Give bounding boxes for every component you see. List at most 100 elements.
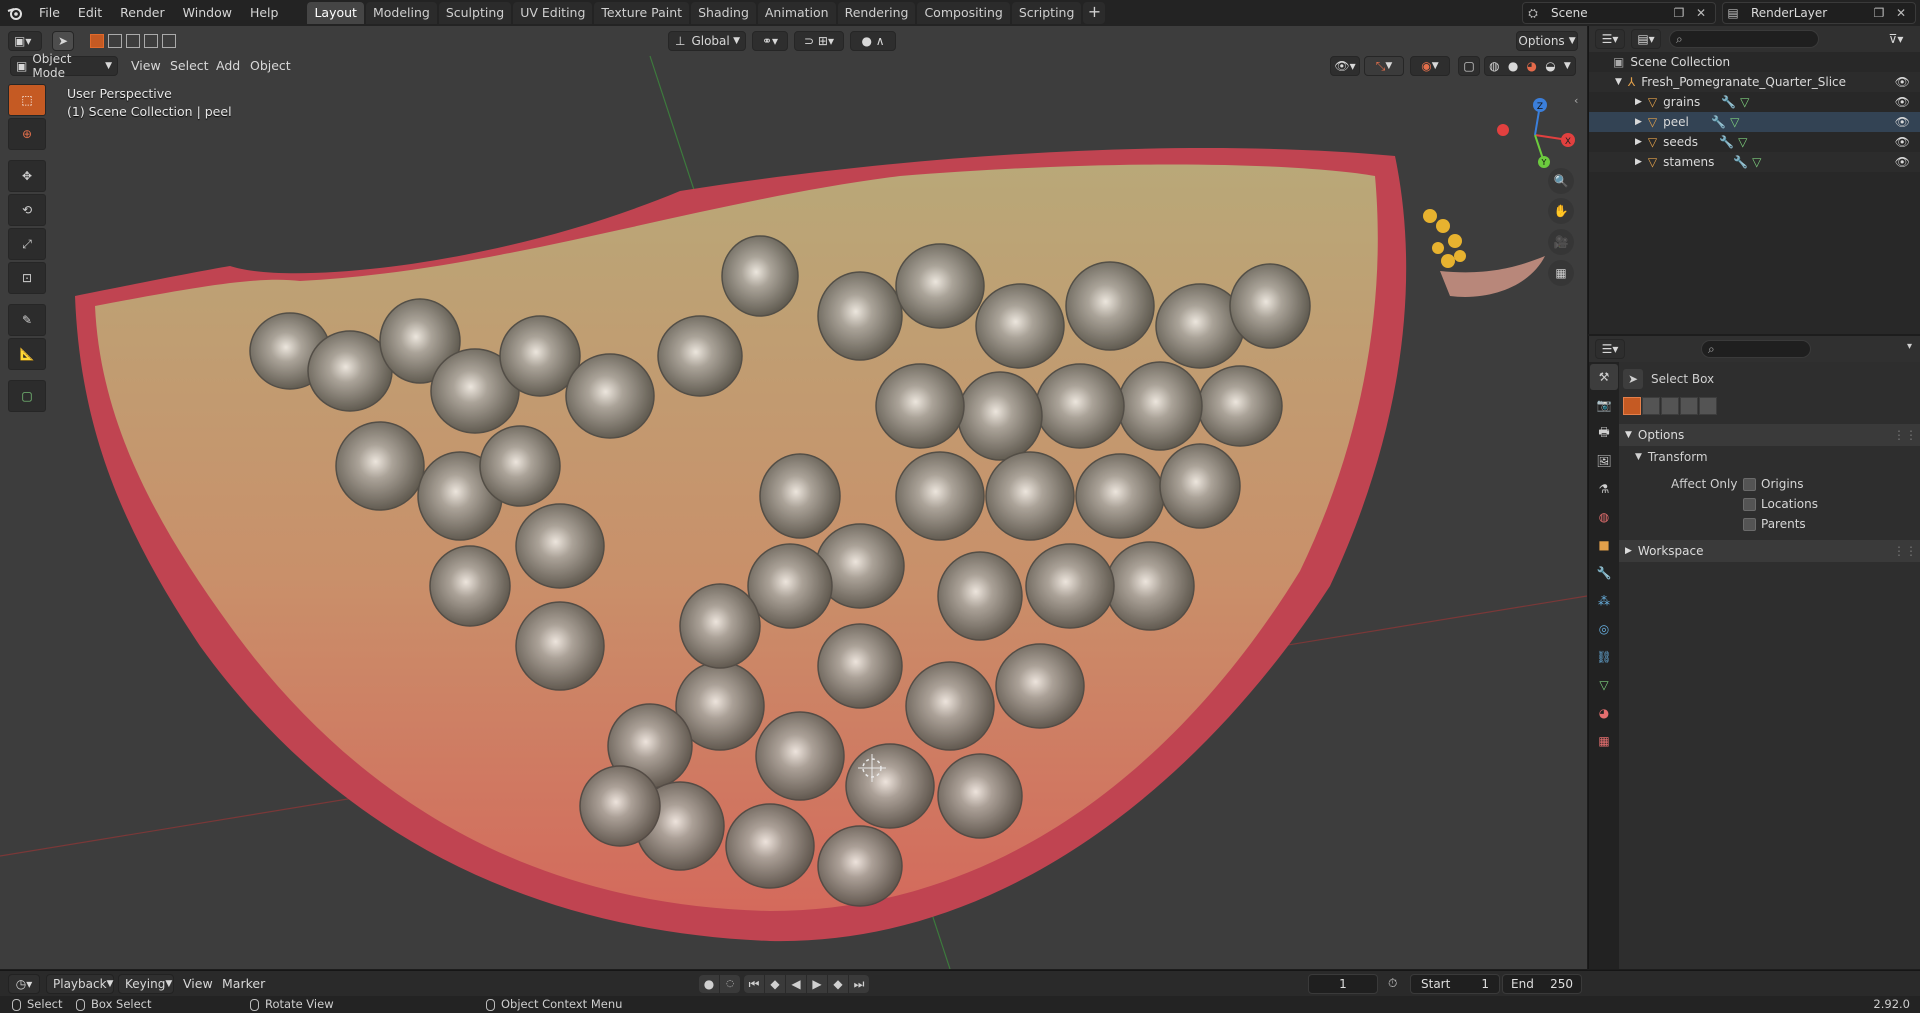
display-mode-dropdown[interactable]: ▤▾ [1631, 29, 1661, 49]
pomegranate-render[interactable] [0, 26, 1587, 969]
tab-texture-paint[interactable]: Texture Paint [594, 2, 690, 24]
modifier-wrench-icon[interactable]: 🔧 [1733, 155, 1748, 169]
visibility-eye-icon[interactable]: 👁 [1895, 95, 1910, 109]
view-layer-name[interactable]: RenderLayer [1743, 6, 1827, 20]
mesh-data-icon[interactable]: ▽ [1752, 155, 1761, 169]
parents-checkbox[interactable] [1743, 517, 1756, 531]
expand-arrow-icon[interactable]: ▶ [1635, 157, 1642, 167]
rotate-tool[interactable]: ⟲ [8, 194, 46, 226]
mode-invert-icon[interactable] [144, 34, 158, 48]
next-keyframe-button[interactable]: ◆ [828, 975, 848, 993]
mesh-data-icon[interactable]: ▽ [1740, 95, 1749, 109]
timeline-menu-marker[interactable]: Marker [222, 974, 265, 994]
menu-window[interactable]: Window [174, 0, 241, 26]
proportional-edit-dropdown[interactable]: ● ∧ [850, 31, 896, 51]
modifier-wrench-icon[interactable]: 🔧 [1711, 115, 1726, 129]
mode-subtract-icon[interactable] [1661, 397, 1679, 415]
menu-edit[interactable]: Edit [69, 0, 111, 26]
outliner-editor-type[interactable]: ☰▾ [1595, 29, 1625, 49]
drag-handle-icon[interactable]: ⋮⋮ [1893, 428, 1917, 442]
tab-scripting[interactable]: Scripting [1011, 2, 1082, 24]
prev-keyframe-button[interactable]: ◆ [765, 975, 785, 993]
transform-subpanel-header[interactable]: ▼ Transform [1619, 446, 1920, 468]
outliner-object-grains[interactable]: ▶ ▽ grains 🔧 ▽ 👁 [1589, 92, 1920, 112]
pivot-point-dropdown[interactable]: ⚭▾ [752, 31, 788, 51]
mode-intersect-icon[interactable] [1699, 397, 1717, 415]
filter-dropdown[interactable]: ⊽▾ [1879, 29, 1913, 49]
tab-animation[interactable]: Animation [757, 2, 836, 24]
object-tab[interactable]: ■ [1590, 532, 1618, 558]
measure-tool[interactable]: 📐 [8, 338, 46, 370]
mesh-data-icon[interactable]: ▽ [1738, 135, 1747, 149]
menu-file[interactable]: File [30, 0, 69, 26]
render-tab[interactable]: 📷 [1590, 392, 1618, 418]
playback-dropdown[interactable]: Playback ▼ [46, 974, 114, 994]
visibility-eye-icon[interactable]: 👁 [1895, 155, 1910, 169]
select-box-tool[interactable]: ⬚ [8, 84, 46, 116]
record-button[interactable]: ● [699, 975, 719, 993]
navigation-gizmo[interactable]: X Z Y [1490, 90, 1580, 180]
gizmo-toggle[interactable]: ⤡ ▼ [1364, 56, 1404, 76]
wireframe-shading-icon[interactable]: ◍ [1489, 59, 1499, 73]
mode-set-icon[interactable] [90, 34, 104, 48]
locations-checkbox[interactable] [1743, 497, 1756, 511]
timeline-menu-view[interactable]: View [183, 974, 213, 994]
remove-view-layer-icon[interactable]: ✕ [1891, 3, 1911, 23]
mode-invert-icon[interactable] [1680, 397, 1698, 415]
zoom-button[interactable]: 🔍 [1548, 168, 1574, 194]
properties-search-box[interactable]: ⌕ [1701, 340, 1811, 358]
keying-dropdown[interactable]: Keying ▼ [118, 974, 174, 994]
view-layer-tab[interactable]: 🖼 [1590, 448, 1618, 474]
outliner-object-seeds[interactable]: ▶ ▽ seeds 🔧 ▽ 👁 [1589, 132, 1920, 152]
options-panel-header[interactable]: ▼ Options ⋮⋮ [1619, 424, 1920, 446]
world-tab[interactable]: ◍ [1590, 504, 1618, 530]
cursor-tool[interactable]: ⊕ [8, 118, 46, 150]
physics-tab[interactable]: ◎ [1590, 616, 1618, 642]
mode-extend-icon[interactable] [108, 34, 122, 48]
solid-shading-icon[interactable]: ● [1508, 59, 1518, 73]
menu-object[interactable]: Object [250, 56, 291, 76]
menu-add[interactable]: Add [216, 56, 240, 76]
rendered-shading-icon[interactable]: ◒ [1545, 59, 1555, 73]
3d-viewport[interactable]: ▣▾ ➤ ⊥ Global ▼ ⚭▾ ⊃ ⊞▾ ● ∧ Options ▼ ▣ … [0, 26, 1587, 969]
menu-select[interactable]: Select [170, 56, 209, 76]
add-cube-tool[interactable]: ▢ [8, 380, 46, 412]
drag-handle-icon[interactable]: ⋮⋮ [1893, 544, 1917, 558]
menu-view[interactable]: View [131, 56, 161, 76]
snap-dropdown[interactable]: ⊃ ⊞▾ [794, 31, 844, 51]
texture-tab[interactable]: ▦ [1590, 728, 1618, 754]
new-view-layer-icon[interactable]: ❐ [1869, 3, 1889, 23]
scene-tab[interactable]: ⚗ [1590, 476, 1618, 502]
menu-help[interactable]: Help [241, 0, 288, 26]
transform-orientation-dropdown[interactable]: ⊥ Global ▼ [668, 31, 746, 51]
origins-checkbox[interactable] [1743, 477, 1756, 491]
jump-start-button[interactable]: ⏮ [744, 975, 764, 993]
tab-rendering[interactable]: Rendering [837, 2, 916, 24]
modifier-wrench-icon[interactable]: 🔧 [1721, 95, 1736, 109]
blender-logo-icon[interactable] [0, 0, 30, 26]
particles-tab[interactable]: ⁂ [1590, 588, 1618, 614]
tab-layout[interactable]: Layout [307, 2, 364, 24]
workspace-panel-header[interactable]: ▶ Workspace ⋮⋮ [1619, 540, 1920, 562]
sidebar-toggle-icon[interactable]: ‹ [1574, 94, 1578, 107]
move-tool[interactable]: ✥ [8, 160, 46, 192]
scene-name[interactable]: Scene [1543, 6, 1588, 20]
shading-buttons[interactable]: ◍ ● ◕ ◒ ▼ [1484, 56, 1576, 76]
timeline-editor-type[interactable]: ◷▾ [8, 974, 40, 994]
add-workspace-button[interactable]: + [1083, 2, 1106, 24]
select-tool-button[interactable]: ➤ [52, 31, 74, 51]
ortho-toggle-button[interactable]: ▦ [1548, 260, 1574, 286]
chevron-down-icon[interactable]: ▼ [1564, 61, 1571, 71]
tab-shading[interactable]: Shading [691, 2, 756, 24]
start-frame-field[interactable]: Start 1 [1410, 974, 1500, 994]
outliner-scene-collection[interactable]: ▣ Scene Collection [1589, 52, 1920, 72]
properties-editor-type[interactable]: ☰▾ [1595, 339, 1625, 359]
outliner-object-peel[interactable]: ▶ ▽ peel 🔧 ▽ 👁 [1589, 112, 1920, 132]
new-scene-icon[interactable]: ❐ [1669, 3, 1689, 23]
tab-compositing[interactable]: Compositing [917, 2, 1010, 24]
mode-intersect-icon[interactable] [162, 34, 176, 48]
visibility-eye-icon[interactable]: 👁 [1895, 75, 1910, 89]
mesh-data-icon[interactable]: ▽ [1730, 115, 1739, 129]
pan-button[interactable]: ✋ [1548, 198, 1574, 224]
current-frame-field[interactable]: 1 [1308, 974, 1378, 994]
